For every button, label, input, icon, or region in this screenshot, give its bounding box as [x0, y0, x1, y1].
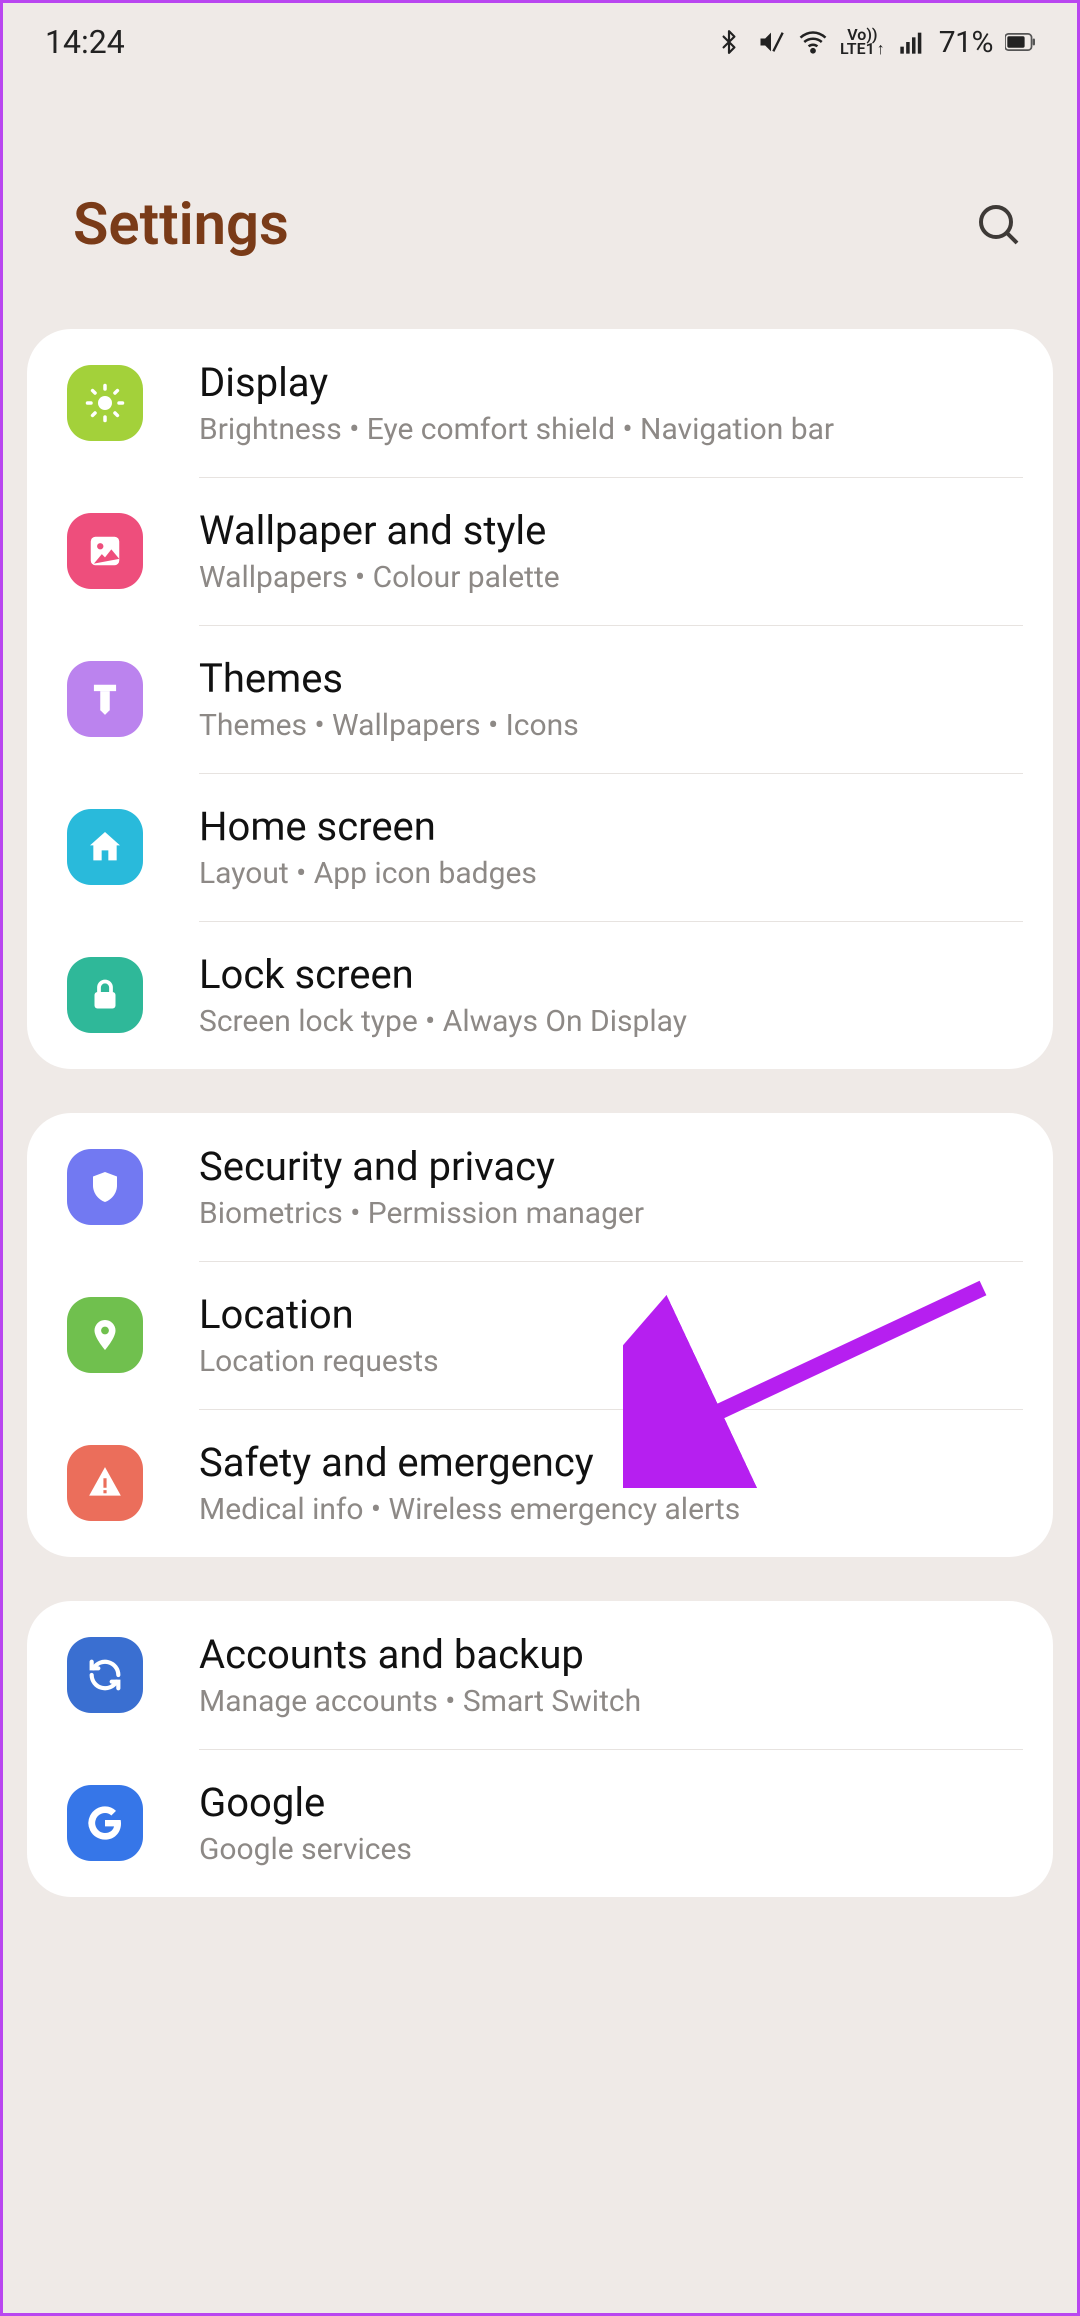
row-title: Home screen: [199, 803, 537, 850]
settings-group-security: Security and privacy Biometrics • Permis…: [27, 1113, 1053, 1557]
location-icon: [67, 1297, 143, 1373]
row-security-privacy[interactable]: Security and privacy Biometrics • Permis…: [27, 1113, 1053, 1261]
row-safety-emergency[interactable]: Safety and emergency Medical info • Wire…: [27, 1409, 1053, 1557]
page-header: Settings: [3, 71, 1077, 329]
status-icons: Vo)) LTE1↑ 71%: [714, 25, 1035, 60]
row-subtitle: Biometrics • Permission manager: [199, 1196, 644, 1231]
page-title: Settings: [73, 191, 289, 259]
row-title: Google: [199, 1779, 412, 1826]
bluetooth-icon: [714, 27, 744, 57]
row-subtitle: Location requests: [199, 1344, 439, 1379]
row-title: Lock screen: [199, 951, 687, 998]
settings-group-display: Display Brightness • Eye comfort shield …: [27, 329, 1053, 1069]
wallpaper-icon: [67, 513, 143, 589]
wifi-icon: [798, 27, 828, 57]
row-title: Location: [199, 1291, 439, 1338]
safety-icon: [67, 1445, 143, 1521]
search-icon: [975, 201, 1023, 249]
row-subtitle: Medical info • Wireless emergency alerts: [199, 1492, 740, 1527]
row-subtitle: Themes • Wallpapers • Icons: [199, 708, 579, 743]
lock-icon: [67, 957, 143, 1033]
row-subtitle: Wallpapers • Colour palette: [199, 560, 560, 595]
shield-icon: [67, 1149, 143, 1225]
row-subtitle: Brightness • Eye comfort shield • Naviga…: [199, 412, 834, 447]
display-icon: [67, 365, 143, 441]
row-subtitle: Google services: [199, 1832, 412, 1867]
battery-percent: 71%: [939, 25, 993, 60]
mute-icon: [756, 27, 786, 57]
row-home-screen[interactable]: Home screen Layout • App icon badges: [27, 773, 1053, 921]
row-wallpaper[interactable]: Wallpaper and style Wallpapers • Colour …: [27, 477, 1053, 625]
sync-icon: [67, 1637, 143, 1713]
row-themes[interactable]: Themes Themes • Wallpapers • Icons: [27, 625, 1053, 773]
volte-icon: Vo)) LTE1↑: [840, 28, 885, 56]
row-subtitle: Layout • App icon badges: [199, 856, 537, 891]
row-title: Themes: [199, 655, 579, 702]
google-icon: [67, 1785, 143, 1861]
row-subtitle: Screen lock type • Always On Display: [199, 1004, 687, 1039]
row-title: Safety and emergency: [199, 1439, 740, 1486]
settings-group-accounts: Accounts and backup Manage accounts • Sm…: [27, 1601, 1053, 1897]
row-title: Security and privacy: [199, 1143, 644, 1190]
row-lock-screen[interactable]: Lock screen Screen lock type • Always On…: [27, 921, 1053, 1069]
themes-icon: [67, 661, 143, 737]
status-time: 14:24: [45, 23, 125, 61]
row-subtitle: Manage accounts • Smart Switch: [199, 1684, 641, 1719]
signal-icon: [897, 27, 927, 57]
row-location[interactable]: Location Location requests: [27, 1261, 1053, 1409]
row-google[interactable]: Google Google services: [27, 1749, 1053, 1897]
row-display[interactable]: Display Brightness • Eye comfort shield …: [27, 329, 1053, 477]
row-title: Wallpaper and style: [199, 507, 560, 554]
status-bar: 14:24 Vo)) LTE1↑ 71%: [3, 3, 1077, 71]
row-title: Display: [199, 359, 834, 406]
home-icon: [67, 809, 143, 885]
row-accounts-backup[interactable]: Accounts and backup Manage accounts • Sm…: [27, 1601, 1053, 1749]
search-button[interactable]: [971, 197, 1027, 253]
row-title: Accounts and backup: [199, 1631, 641, 1678]
battery-icon: [1005, 27, 1035, 57]
